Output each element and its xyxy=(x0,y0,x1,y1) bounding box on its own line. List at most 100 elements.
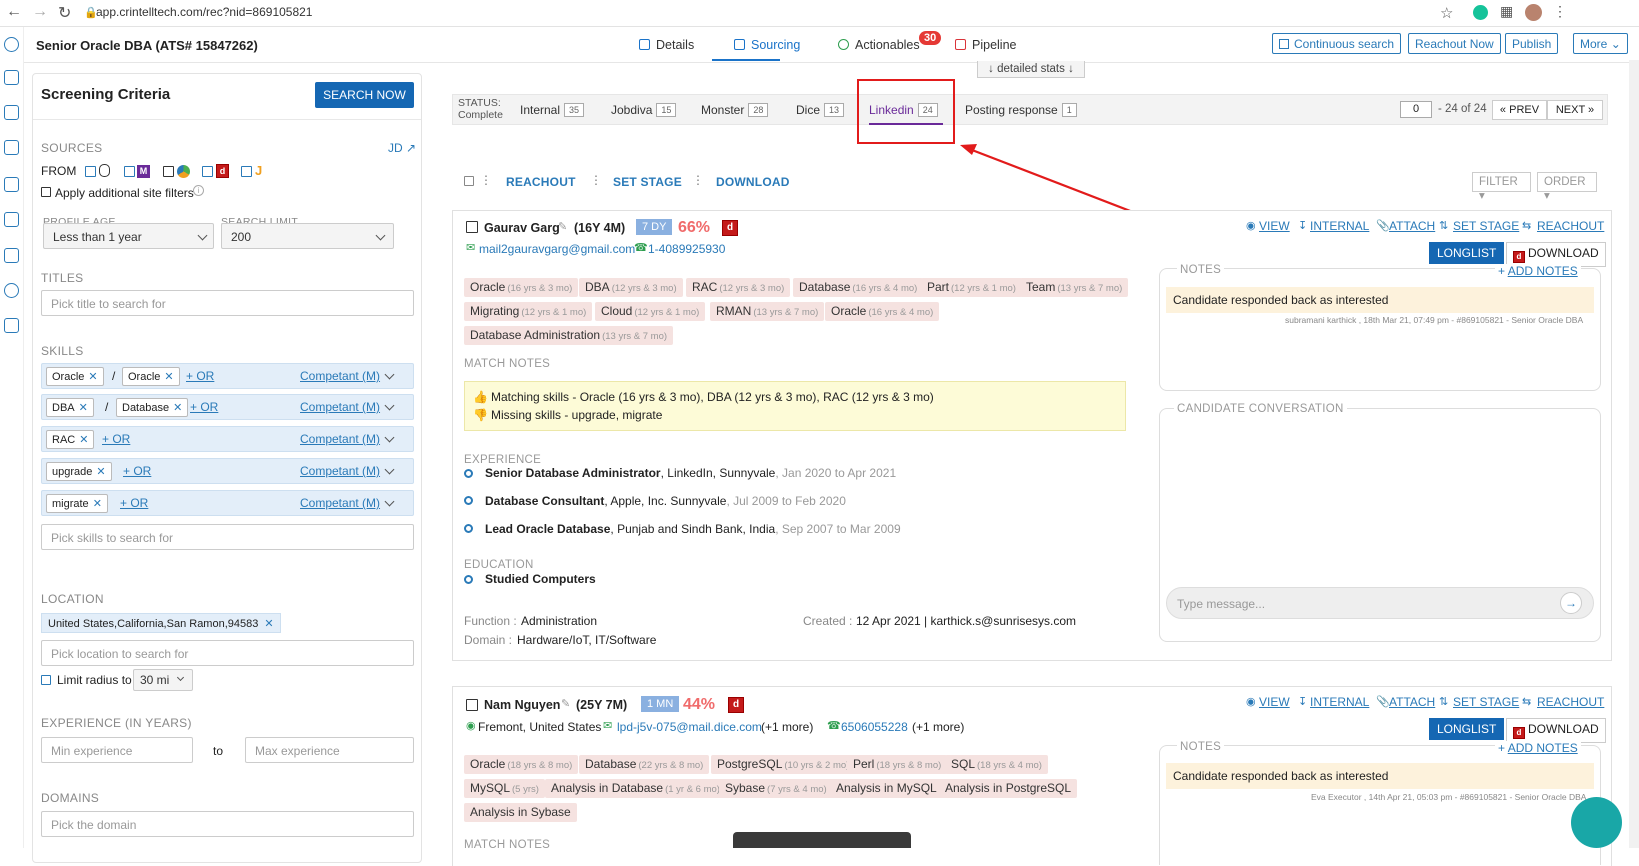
candidate-phone[interactable]: 6506055228 xyxy=(841,720,908,734)
add-or-skill-link[interactable]: + OR xyxy=(186,369,214,383)
remove-x-icon[interactable]: ✕ xyxy=(164,371,173,383)
chevron-down-icon[interactable] xyxy=(384,432,395,443)
source-monster-checkbox[interactable] xyxy=(124,166,135,177)
titles-input[interactable]: Pick title to search for xyxy=(41,290,414,316)
add-notes-link[interactable]: + ADD NOTES xyxy=(1495,741,1581,755)
select-all-checkbox[interactable] xyxy=(464,176,474,186)
skill-level-dropdown[interactable]: Competant (M) xyxy=(300,432,380,446)
attach-link[interactable]: ATTACH xyxy=(1389,219,1435,233)
min-experience-input[interactable]: Min experience xyxy=(41,737,193,763)
more-button[interactable]: More ⌄ xyxy=(1573,33,1628,54)
address-bar[interactable]: app.crintelltech.com/rec?nid=869105821 xyxy=(96,5,312,19)
users-icon[interactable] xyxy=(4,212,19,227)
detailed-stats-toggle[interactable]: ↓ detailed stats ↓ xyxy=(977,61,1085,78)
domain-input[interactable]: Pick the domain xyxy=(41,811,414,837)
jd-link[interactable]: JD ↗ xyxy=(388,141,416,155)
attach-link[interactable]: ATTACH xyxy=(1389,695,1435,709)
message-input[interactable]: Type message... xyxy=(1166,587,1594,619)
tab-dice[interactable]: Dice 13 xyxy=(796,103,845,117)
toggle-icon[interactable] xyxy=(4,248,19,263)
bulk-download-button[interactable]: DOWNLOAD xyxy=(716,175,790,189)
more-vertical-icon[interactable]: ⋮ xyxy=(480,173,492,187)
set-stage-link[interactable]: SET STAGE xyxy=(1453,219,1519,233)
longlist-button[interactable]: LONGLIST xyxy=(1429,242,1505,264)
forward-icon[interactable]: → xyxy=(32,3,48,21)
email-more[interactable]: (+1 more) xyxy=(761,720,813,734)
download-resume-button[interactable]: d DOWNLOAD xyxy=(1506,718,1606,743)
candidate-phone[interactable]: 1-4089925930 xyxy=(648,242,725,256)
remove-x-icon[interactable]: ✕ xyxy=(79,434,88,446)
chevron-down-icon[interactable] xyxy=(384,464,395,475)
back-icon[interactable]: ← xyxy=(6,3,22,21)
next-page-button[interactable]: NEXT » xyxy=(1547,100,1603,120)
tab-posting-response[interactable]: Posting response 1 xyxy=(965,103,1077,117)
chevron-down-icon[interactable] xyxy=(384,369,395,380)
filter-dropdown[interactable]: FILTER ▾ xyxy=(1472,172,1531,202)
internal-link[interactable]: INTERNAL xyxy=(1310,219,1369,233)
reachout-link[interactable]: REACHOUT xyxy=(1537,695,1604,709)
scrollbar[interactable] xyxy=(1629,60,1639,848)
tab-internal[interactable]: Internal 35 xyxy=(520,103,585,117)
chat-widget-icon[interactable] xyxy=(1571,797,1622,848)
browser-menu-icon[interactable]: ⋮ xyxy=(1553,3,1567,20)
skill-level-dropdown[interactable]: Competant (M) xyxy=(300,496,380,510)
dashboard-icon[interactable] xyxy=(4,70,19,85)
bulk-set-stage-button[interactable]: SET STAGE xyxy=(613,175,682,189)
add-or-skill-link[interactable]: + OR xyxy=(102,432,130,446)
source-internal-checkbox[interactable] xyxy=(85,166,96,177)
more-vertical-icon[interactable]: ⋮ xyxy=(590,173,602,187)
chevron-down-icon[interactable] xyxy=(384,400,395,411)
grammarly-extension-icon[interactable] xyxy=(1473,5,1488,20)
bulk-reachout-button[interactable]: REACHOUT xyxy=(506,175,576,189)
tab-sourcing[interactable]: Sourcing xyxy=(734,38,800,52)
chat-icon[interactable] xyxy=(4,140,19,155)
reachout-now-button[interactable]: Reachout Now xyxy=(1408,33,1501,54)
add-notes-link[interactable]: + ADD NOTES xyxy=(1495,264,1581,278)
reports-chart-icon[interactable] xyxy=(4,318,19,333)
more-vertical-icon[interactable]: ⋮ xyxy=(692,173,704,187)
view-link[interactable]: VIEW xyxy=(1259,695,1290,709)
edit-icon[interactable]: ✎ xyxy=(561,697,570,710)
internal-link[interactable]: INTERNAL xyxy=(1310,695,1369,709)
reachout-link[interactable]: REACHOUT xyxy=(1537,219,1604,233)
jobs-list-icon[interactable] xyxy=(4,105,19,120)
search-limit-select[interactable]: 200 xyxy=(221,223,394,249)
skill-level-dropdown[interactable]: Competant (M) xyxy=(300,369,380,383)
remove-x-icon[interactable]: ✕ xyxy=(173,402,182,414)
profile-age-select[interactable]: Less than 1 year xyxy=(43,223,214,249)
tab-jobdiva[interactable]: Jobdiva 15 xyxy=(611,103,677,117)
chevron-down-icon[interactable] xyxy=(384,496,395,507)
publish-button[interactable]: Publish xyxy=(1505,33,1559,54)
settings-gear-icon[interactable] xyxy=(4,283,19,298)
skill-level-dropdown[interactable]: Competant (M) xyxy=(300,464,380,478)
info-icon[interactable]: i xyxy=(193,185,204,196)
add-or-skill-link[interactable]: + OR xyxy=(123,464,151,478)
candidate-name[interactable]: Nam Nguyen xyxy=(484,698,560,712)
bookmark-star-icon[interactable]: ☆ xyxy=(1440,4,1453,22)
source-jobdiva-checkbox[interactable] xyxy=(241,166,252,177)
location-input[interactable]: Pick location to search for xyxy=(41,640,414,666)
source-dice-checkbox[interactable] xyxy=(202,166,213,177)
remove-x-icon[interactable]: ✕ xyxy=(79,402,88,414)
tab-actionables[interactable]: Actionables xyxy=(838,38,920,52)
tab-pipeline[interactable]: Pipeline xyxy=(955,38,1016,52)
limit-radius-checkbox[interactable] xyxy=(41,675,51,685)
skills-input[interactable]: Pick skills to search for xyxy=(41,524,414,550)
remove-x-icon[interactable]: ✕ xyxy=(93,498,102,510)
remove-x-icon[interactable]: ✕ xyxy=(264,618,273,630)
candidate-select-checkbox[interactable] xyxy=(466,221,478,233)
send-arrow-icon[interactable]: → xyxy=(1560,592,1582,614)
tab-monster[interactable]: Monster 28 xyxy=(701,103,769,117)
source-linkedin-checkbox[interactable] xyxy=(163,166,174,177)
remove-x-icon[interactable]: ✕ xyxy=(88,371,97,383)
tab-details[interactable]: Details xyxy=(639,38,694,52)
longlist-button[interactable]: LONGLIST xyxy=(1429,718,1505,740)
candidate-select-checkbox[interactable] xyxy=(466,699,478,711)
profile-avatar[interactable] xyxy=(1525,4,1542,21)
search-now-button[interactable]: SEARCH NOW xyxy=(315,82,414,108)
extensions-puzzle-icon[interactable]: ▦ xyxy=(1500,3,1513,20)
reload-icon[interactable]: ↻ xyxy=(58,3,71,23)
order-dropdown[interactable]: ORDER ▾ xyxy=(1537,172,1597,202)
app-logo-icon[interactable] xyxy=(4,37,19,52)
candidate-name[interactable]: Gaurav Garg xyxy=(484,221,560,235)
